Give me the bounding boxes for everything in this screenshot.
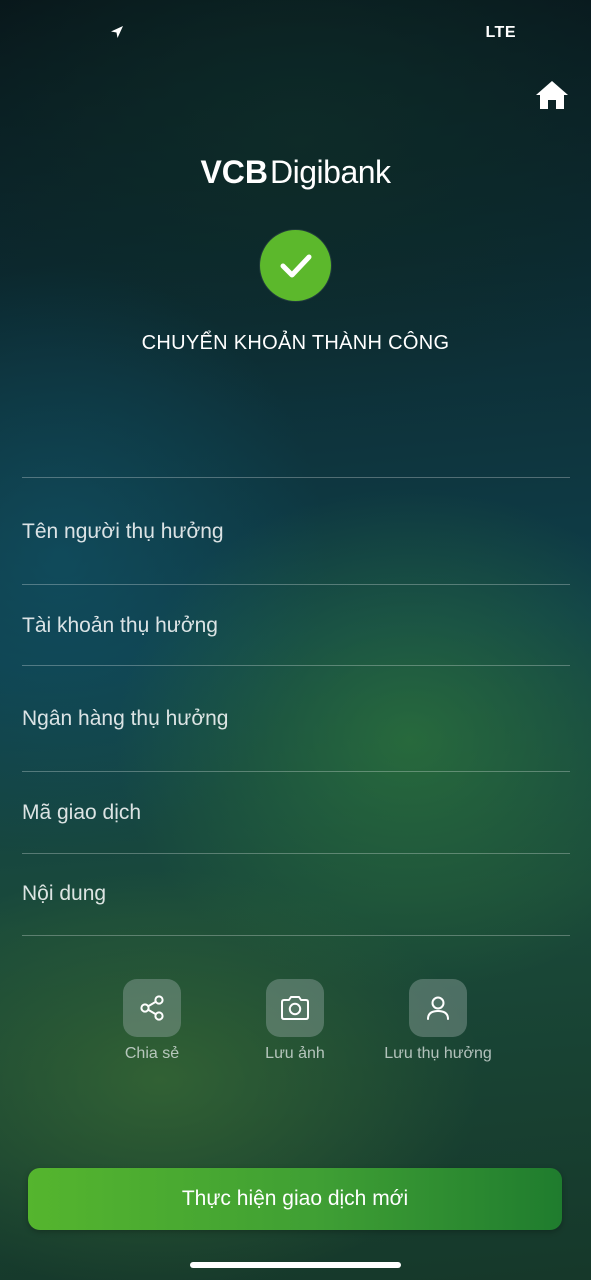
camera-icon-box[interactable] (266, 979, 324, 1037)
share-label: Chia sẻ (124, 1045, 180, 1062)
detail-label: Ngân hàng thụ hưởng (22, 707, 229, 730)
detail-label: Tài khoản thụ hưởng (22, 614, 218, 637)
detail-label: Mã giao dịch (22, 801, 142, 824)
transfer-success-title: CHUYỂN KHOẢN THÀNH CÔNG (141, 332, 450, 354)
status-bar: LTE (0, 0, 591, 60)
share-button[interactable]: Chia sẻ (72, 979, 232, 1063)
user-icon (427, 996, 449, 1020)
share-icon-box[interactable] (123, 979, 181, 1037)
detail-row-beneficiary-account: Tài khoản thụ hưởng (22, 585, 570, 666)
success-badge (260, 230, 331, 301)
network-type-label: LTE (485, 24, 516, 41)
new-transaction-button[interactable]: Thực hiện giao dịch mới (28, 1168, 562, 1230)
save-beneficiary-button[interactable]: Lưu thụ hưởng (358, 979, 518, 1063)
logo-bold-text: VCB (200, 154, 269, 190)
save-beneficiary-label: Lưu thụ hưởng (384, 1045, 492, 1062)
transaction-details-list: Tên người thụ hưởng Tài khoản thụ hưởng … (22, 477, 570, 936)
camera-icon (281, 996, 309, 1020)
detail-row-beneficiary-name: Tên người thụ hưởng (22, 478, 570, 585)
save-image-button[interactable]: Lưu ảnh (215, 979, 375, 1063)
vcb-digibank-logo: VCBDigibank (0, 154, 591, 191)
logo-light-text: Digibank (270, 154, 391, 190)
detail-row-beneficiary-bank: Ngân hàng thụ hưởng (22, 666, 570, 772)
home-indicator-bar[interactable] (190, 1262, 401, 1268)
detail-label: Tên người thụ hưởng (22, 520, 224, 543)
share-icon (140, 995, 164, 1021)
home-icon (536, 81, 568, 109)
check-icon (280, 254, 312, 278)
location-arrow-icon (111, 26, 123, 38)
save-image-label: Lưu ảnh (265, 1045, 325, 1062)
detail-label: Nội dung (22, 882, 107, 905)
detail-row-transaction-code: Mã giao dịch (22, 772, 570, 854)
user-icon-box[interactable] (409, 979, 467, 1037)
home-button[interactable] (534, 78, 570, 112)
detail-row-content: Nội dung (22, 854, 570, 936)
